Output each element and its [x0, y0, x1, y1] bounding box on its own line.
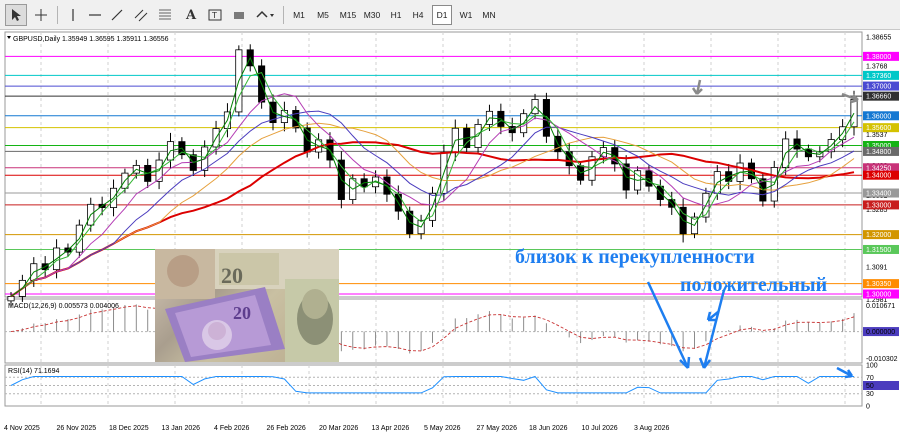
toolbar: A T M1 M5 M15 M30 H1 H4 D1 W1 MN	[0, 0, 900, 30]
cursor-icon[interactable]	[5, 4, 27, 26]
horizontal-line-icon[interactable]	[84, 4, 106, 26]
candle-body	[7, 296, 15, 302]
level-label-15: 1.30000	[866, 292, 891, 299]
currency-photo: 20 20	[155, 249, 339, 362]
x-axis-label: 13 Jan 2026	[162, 425, 201, 432]
crosshair-icon[interactable]	[30, 4, 52, 26]
price-chart[interactable]: 1.386551.37681.35371.34331.33311.32851.3…	[0, 30, 900, 439]
level-label-7: 1.34800	[866, 149, 891, 156]
timeframe-m30[interactable]: M30	[360, 5, 384, 25]
level-label-5: 1.35600	[866, 125, 891, 132]
annotation-overbought: близок к перекупленности	[515, 246, 755, 268]
macd-label: MACD(12,26,9) 0.005573 0.004006	[8, 303, 119, 310]
timeframe-h4[interactable]: H4	[408, 5, 428, 25]
rsi-scale-label: 50	[866, 383, 874, 390]
level-label-12: 1.32000	[866, 232, 891, 239]
level-label-3: 1.36660	[866, 94, 891, 101]
svg-text:20: 20	[233, 303, 251, 323]
timeframe-m15[interactable]: M15	[336, 5, 360, 25]
fibonacci-icon[interactable]	[154, 4, 176, 26]
level-label-14: 1.30350	[866, 281, 891, 288]
level-label-13: 1.31500	[866, 247, 891, 254]
timeframe-m1[interactable]: M1	[288, 5, 310, 25]
price-scale-label: 1.3768	[866, 63, 888, 70]
timeframe-h1[interactable]: H1	[386, 5, 406, 25]
level-label-11: 1.33000	[866, 202, 891, 209]
x-axis-label: 5 May 2026	[424, 425, 461, 432]
macd-pane-frame	[4, 298, 863, 364]
rectangle-icon[interactable]	[228, 4, 250, 26]
x-axis-label: 26 Nov 2025	[57, 425, 97, 432]
x-axis-label: 20 Mar 2026	[319, 425, 358, 432]
level-label-1: 1.37360	[866, 73, 891, 80]
level-label-0: 1.38000	[866, 54, 891, 61]
trend-line-icon[interactable]	[106, 4, 128, 26]
text-label-icon[interactable]: T	[204, 4, 226, 26]
x-axis-label: 13 Apr 2026	[372, 425, 410, 432]
x-axis-label: 18 Dec 2025	[109, 425, 149, 432]
timeframe-w1[interactable]: W1	[455, 5, 477, 25]
level-label-4: 1.36000	[866, 113, 891, 120]
price-scale-label: 1.3091	[866, 264, 888, 271]
level-label-2: 1.37000	[866, 84, 891, 91]
rsi-scale-label: 0	[866, 404, 870, 411]
price-scale-label: 1.3537	[866, 132, 888, 139]
level-label-9: 1.34000	[866, 173, 891, 180]
timeframe-mn[interactable]: MN	[478, 5, 500, 25]
rsi-label: RSI(14) 71.1694	[8, 368, 59, 375]
timeframe-m5[interactable]: M5	[312, 5, 334, 25]
svg-text:T: T	[211, 11, 217, 20]
x-axis-label: 3 Aug 2026	[634, 425, 670, 432]
level-label-10: 1.33400	[866, 191, 891, 198]
x-axis-label: 4 Feb 2026	[214, 425, 250, 432]
x-axis-label: 10 Jul 2026	[582, 425, 618, 432]
macd-scale-label: 0.000000	[866, 329, 895, 336]
text-icon[interactable]: A	[180, 4, 202, 26]
timeframe-d1[interactable]: D1	[432, 5, 452, 25]
x-axis-label: 26 Feb 2026	[267, 425, 306, 432]
price-scale-label: 1.38655	[866, 34, 891, 41]
arrows-dropdown-icon[interactable]	[252, 4, 280, 26]
rsi-scale-label: 70	[866, 375, 874, 382]
vertical-line-icon[interactable]	[62, 4, 84, 26]
macd-scale-label: 0.010671	[866, 303, 895, 310]
x-axis-label: 18 Jun 2026	[529, 425, 568, 432]
annotation-positive: положительный	[680, 274, 828, 296]
svg-text:20: 20	[221, 263, 243, 288]
chart-header: GBPUSD,Daily 1.35949 1.36595 1.35911 1.3…	[13, 36, 169, 43]
rsi-scale-label: 100	[866, 363, 878, 370]
x-axis-label: 27 May 2026	[477, 425, 518, 432]
x-axis-label: 4 Nov 2025	[4, 425, 40, 432]
equidistant-channel-icon[interactable]	[130, 4, 152, 26]
rsi-scale-label: 30	[866, 391, 874, 398]
